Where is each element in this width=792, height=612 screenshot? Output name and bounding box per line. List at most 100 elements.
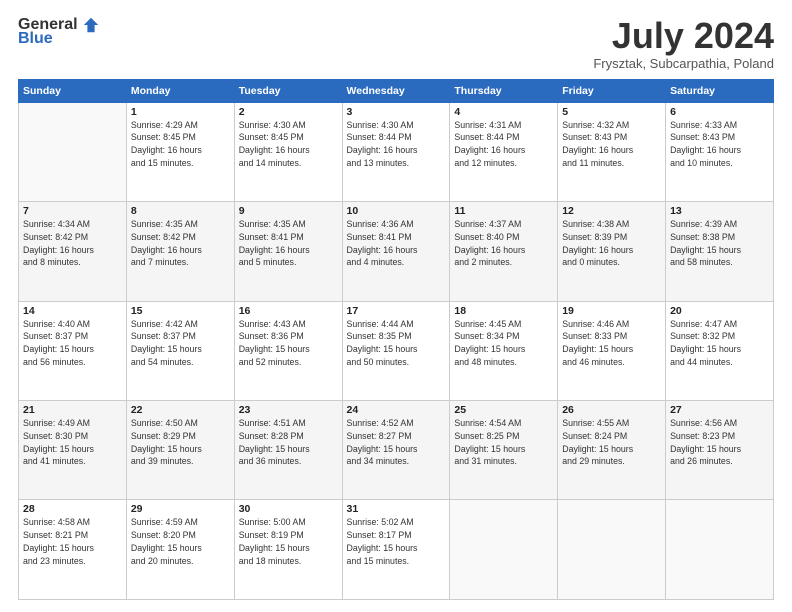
calendar-cell: 30Sunrise: 5:00 AM Sunset: 8:19 PM Dayli… <box>234 500 342 600</box>
calendar-week-row: 1Sunrise: 4:29 AM Sunset: 8:45 PM Daylig… <box>19 102 774 201</box>
day-number: 1 <box>131 106 230 118</box>
calendar-cell: 8Sunrise: 4:35 AM Sunset: 8:42 PM Daylig… <box>126 202 234 301</box>
month-title: July 2024 <box>593 16 774 56</box>
day-info: Sunrise: 4:35 AM Sunset: 8:42 PM Dayligh… <box>131 218 230 269</box>
day-number: 15 <box>131 305 230 317</box>
calendar-day-header: Thursday <box>450 79 558 102</box>
calendar-cell: 10Sunrise: 4:36 AM Sunset: 8:41 PM Dayli… <box>342 202 450 301</box>
title-area: July 2024 Frysztak, Subcarpathia, Poland <box>593 16 774 71</box>
calendar-cell: 6Sunrise: 4:33 AM Sunset: 8:43 PM Daylig… <box>666 102 774 201</box>
calendar-cell: 26Sunrise: 4:55 AM Sunset: 8:24 PM Dayli… <box>558 401 666 500</box>
calendar-cell: 21Sunrise: 4:49 AM Sunset: 8:30 PM Dayli… <box>19 401 127 500</box>
calendar-week-row: 7Sunrise: 4:34 AM Sunset: 8:42 PM Daylig… <box>19 202 774 301</box>
day-info: Sunrise: 5:02 AM Sunset: 8:17 PM Dayligh… <box>347 516 446 567</box>
calendar-day-header: Friday <box>558 79 666 102</box>
calendar-cell: 28Sunrise: 4:58 AM Sunset: 8:21 PM Dayli… <box>19 500 127 600</box>
day-info: Sunrise: 4:54 AM Sunset: 8:25 PM Dayligh… <box>454 417 553 468</box>
calendar-cell: 24Sunrise: 4:52 AM Sunset: 8:27 PM Dayli… <box>342 401 450 500</box>
calendar-day-header: Saturday <box>666 79 774 102</box>
day-number: 29 <box>131 503 230 515</box>
day-info: Sunrise: 4:40 AM Sunset: 8:37 PM Dayligh… <box>23 318 122 369</box>
day-number: 20 <box>670 305 769 317</box>
logo-icon <box>82 16 100 34</box>
calendar-week-row: 14Sunrise: 4:40 AM Sunset: 8:37 PM Dayli… <box>19 301 774 400</box>
day-info: Sunrise: 4:55 AM Sunset: 8:24 PM Dayligh… <box>562 417 661 468</box>
calendar-cell: 25Sunrise: 4:54 AM Sunset: 8:25 PM Dayli… <box>450 401 558 500</box>
calendar-cell: 12Sunrise: 4:38 AM Sunset: 8:39 PM Dayli… <box>558 202 666 301</box>
calendar-cell <box>19 102 127 201</box>
day-number: 9 <box>239 205 338 217</box>
calendar-cell: 15Sunrise: 4:42 AM Sunset: 8:37 PM Dayli… <box>126 301 234 400</box>
day-number: 12 <box>562 205 661 217</box>
day-number: 18 <box>454 305 553 317</box>
day-number: 19 <box>562 305 661 317</box>
calendar-cell: 23Sunrise: 4:51 AM Sunset: 8:28 PM Dayli… <box>234 401 342 500</box>
day-info: Sunrise: 4:35 AM Sunset: 8:41 PM Dayligh… <box>239 218 338 269</box>
logo: General Blue <box>18 16 100 48</box>
calendar-cell: 16Sunrise: 4:43 AM Sunset: 8:36 PM Dayli… <box>234 301 342 400</box>
day-info: Sunrise: 4:46 AM Sunset: 8:33 PM Dayligh… <box>562 318 661 369</box>
day-number: 8 <box>131 205 230 217</box>
day-number: 5 <box>562 106 661 118</box>
day-number: 4 <box>454 106 553 118</box>
calendar-cell: 22Sunrise: 4:50 AM Sunset: 8:29 PM Dayli… <box>126 401 234 500</box>
calendar-cell: 29Sunrise: 4:59 AM Sunset: 8:20 PM Dayli… <box>126 500 234 600</box>
day-number: 27 <box>670 404 769 416</box>
header: General Blue July 2024 Frysztak, Subcarp… <box>18 16 774 71</box>
calendar-cell: 27Sunrise: 4:56 AM Sunset: 8:23 PM Dayli… <box>666 401 774 500</box>
day-number: 6 <box>670 106 769 118</box>
calendar-cell: 11Sunrise: 4:37 AM Sunset: 8:40 PM Dayli… <box>450 202 558 301</box>
day-info: Sunrise: 4:39 AM Sunset: 8:38 PM Dayligh… <box>670 218 769 269</box>
day-info: Sunrise: 4:30 AM Sunset: 8:44 PM Dayligh… <box>347 119 446 170</box>
day-info: Sunrise: 4:33 AM Sunset: 8:43 PM Dayligh… <box>670 119 769 170</box>
day-info: Sunrise: 4:59 AM Sunset: 8:20 PM Dayligh… <box>131 516 230 567</box>
day-number: 7 <box>23 205 122 217</box>
day-number: 11 <box>454 205 553 217</box>
calendar-day-header: Sunday <box>19 79 127 102</box>
calendar-cell: 4Sunrise: 4:31 AM Sunset: 8:44 PM Daylig… <box>450 102 558 201</box>
day-info: Sunrise: 4:38 AM Sunset: 8:39 PM Dayligh… <box>562 218 661 269</box>
day-number: 24 <box>347 404 446 416</box>
calendar-cell: 19Sunrise: 4:46 AM Sunset: 8:33 PM Dayli… <box>558 301 666 400</box>
day-info: Sunrise: 5:00 AM Sunset: 8:19 PM Dayligh… <box>239 516 338 567</box>
day-info: Sunrise: 4:37 AM Sunset: 8:40 PM Dayligh… <box>454 218 553 269</box>
day-number: 13 <box>670 205 769 217</box>
day-number: 28 <box>23 503 122 515</box>
day-info: Sunrise: 4:32 AM Sunset: 8:43 PM Dayligh… <box>562 119 661 170</box>
calendar-week-row: 28Sunrise: 4:58 AM Sunset: 8:21 PM Dayli… <box>19 500 774 600</box>
calendar-cell: 3Sunrise: 4:30 AM Sunset: 8:44 PM Daylig… <box>342 102 450 201</box>
calendar-cell: 18Sunrise: 4:45 AM Sunset: 8:34 PM Dayli… <box>450 301 558 400</box>
calendar-cell: 13Sunrise: 4:39 AM Sunset: 8:38 PM Dayli… <box>666 202 774 301</box>
day-number: 10 <box>347 205 446 217</box>
day-info: Sunrise: 4:45 AM Sunset: 8:34 PM Dayligh… <box>454 318 553 369</box>
day-number: 21 <box>23 404 122 416</box>
day-info: Sunrise: 4:31 AM Sunset: 8:44 PM Dayligh… <box>454 119 553 170</box>
calendar-day-header: Tuesday <box>234 79 342 102</box>
day-info: Sunrise: 4:34 AM Sunset: 8:42 PM Dayligh… <box>23 218 122 269</box>
day-number: 22 <box>131 404 230 416</box>
day-number: 30 <box>239 503 338 515</box>
day-number: 17 <box>347 305 446 317</box>
calendar-cell: 17Sunrise: 4:44 AM Sunset: 8:35 PM Dayli… <box>342 301 450 400</box>
calendar-cell: 5Sunrise: 4:32 AM Sunset: 8:43 PM Daylig… <box>558 102 666 201</box>
day-info: Sunrise: 4:58 AM Sunset: 8:21 PM Dayligh… <box>23 516 122 567</box>
day-number: 16 <box>239 305 338 317</box>
day-info: Sunrise: 4:42 AM Sunset: 8:37 PM Dayligh… <box>131 318 230 369</box>
logo-blue: Blue <box>18 30 53 48</box>
calendar-cell: 14Sunrise: 4:40 AM Sunset: 8:37 PM Dayli… <box>19 301 127 400</box>
day-info: Sunrise: 4:50 AM Sunset: 8:29 PM Dayligh… <box>131 417 230 468</box>
calendar-header-row: SundayMondayTuesdayWednesdayThursdayFrid… <box>19 79 774 102</box>
day-info: Sunrise: 4:29 AM Sunset: 8:45 PM Dayligh… <box>131 119 230 170</box>
calendar-cell: 2Sunrise: 4:30 AM Sunset: 8:45 PM Daylig… <box>234 102 342 201</box>
calendar-cell <box>558 500 666 600</box>
location-subtitle: Frysztak, Subcarpathia, Poland <box>593 56 774 71</box>
calendar-day-header: Wednesday <box>342 79 450 102</box>
calendar-week-row: 21Sunrise: 4:49 AM Sunset: 8:30 PM Dayli… <box>19 401 774 500</box>
day-info: Sunrise: 4:43 AM Sunset: 8:36 PM Dayligh… <box>239 318 338 369</box>
day-info: Sunrise: 4:36 AM Sunset: 8:41 PM Dayligh… <box>347 218 446 269</box>
day-info: Sunrise: 4:51 AM Sunset: 8:28 PM Dayligh… <box>239 417 338 468</box>
day-info: Sunrise: 4:44 AM Sunset: 8:35 PM Dayligh… <box>347 318 446 369</box>
calendar-table: SundayMondayTuesdayWednesdayThursdayFrid… <box>18 79 774 600</box>
calendar-day-header: Monday <box>126 79 234 102</box>
day-info: Sunrise: 4:30 AM Sunset: 8:45 PM Dayligh… <box>239 119 338 170</box>
